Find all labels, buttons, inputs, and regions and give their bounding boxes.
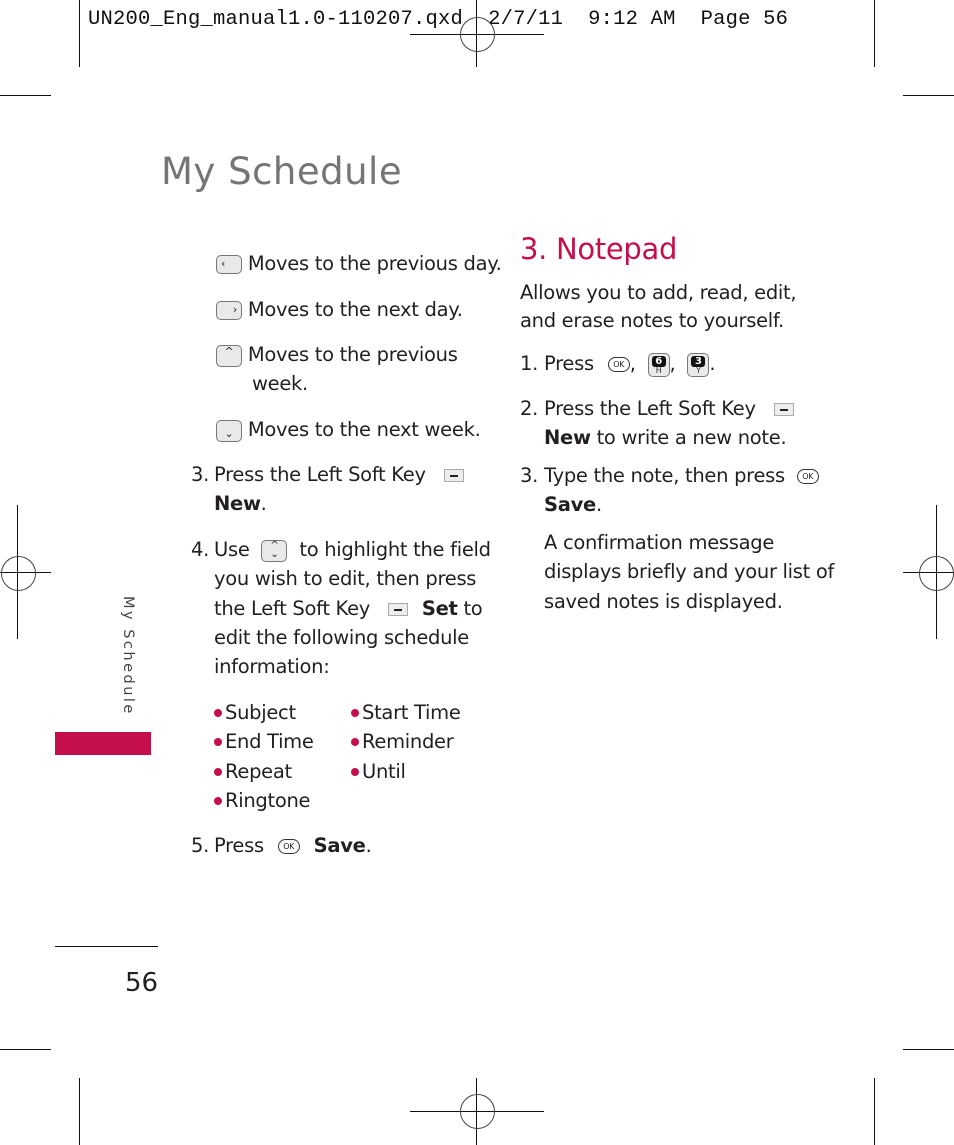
registration-circle-icon bbox=[919, 556, 954, 591]
crop-mark bbox=[0, 95, 51, 96]
key-description: ‹ Moves to the previous day. bbox=[216, 249, 502, 279]
bullet-icon bbox=[214, 708, 222, 717]
step-number: 5. bbox=[191, 834, 210, 857]
key-description-text: Moves to the previous day. bbox=[247, 252, 502, 275]
step-3: Press the Left Soft Key bbox=[214, 460, 464, 490]
list-item: Start Time bbox=[351, 698, 461, 728]
step-number: 1. bbox=[520, 352, 539, 375]
intro-text: and erase notes to yourself. bbox=[520, 309, 784, 332]
ok-key-icon: OK bbox=[277, 839, 300, 854]
crop-mark bbox=[874, 1078, 875, 1145]
confirmation-text: saved notes is displayed. bbox=[544, 590, 783, 613]
registration-circle-icon bbox=[460, 17, 495, 52]
bullet-icon bbox=[214, 796, 222, 805]
step-1: Press OK, 6H, 3Y. bbox=[544, 352, 716, 377]
page-number: 56 bbox=[125, 968, 159, 998]
step-number: 2. bbox=[520, 397, 539, 420]
bullet-icon bbox=[351, 708, 359, 717]
list-item: End Time bbox=[214, 727, 314, 757]
key-description-text: Moves to the next week. bbox=[247, 418, 481, 441]
side-tab-marker bbox=[55, 732, 151, 755]
left-arrow-key-icon: ‹ bbox=[216, 255, 242, 274]
step-3: Type the note, then press OK bbox=[544, 461, 819, 491]
step-4: Use ^ ⌄ to highlight the field bbox=[214, 538, 491, 562]
intro-text: Allows you to add, read, edit, bbox=[520, 281, 797, 304]
step-2-continued: New to write a new note. bbox=[544, 426, 787, 449]
bullet-icon bbox=[214, 737, 222, 746]
bullet-icon bbox=[351, 767, 359, 776]
print-slug: UN200_Eng_manual1.0-110207.qxd 2/7/11 9:… bbox=[88, 8, 789, 31]
side-tab-label: My Schedule bbox=[120, 596, 136, 716]
key-description-continued: week. bbox=[252, 372, 308, 395]
list-item: Until bbox=[351, 757, 406, 787]
bullet-icon bbox=[351, 737, 359, 746]
crop-mark bbox=[903, 95, 954, 96]
up-down-nav-key-icon: ^ ⌄ bbox=[261, 539, 288, 562]
key-description-text: Moves to the previous bbox=[247, 343, 458, 366]
step-number: 3. bbox=[191, 463, 210, 486]
key-3-icon: 3Y bbox=[687, 352, 710, 377]
footer-rule bbox=[55, 946, 158, 947]
confirmation-text: A confirmation message bbox=[544, 531, 775, 554]
key-description: › Moves to the next day. bbox=[216, 295, 463, 325]
left-soft-key-icon bbox=[387, 603, 408, 616]
left-soft-key-icon bbox=[773, 403, 794, 416]
down-arrow-key-icon: ⌄ bbox=[216, 419, 242, 442]
key-description-text: Moves to the next day. bbox=[247, 298, 463, 321]
left-soft-key-icon bbox=[443, 469, 464, 482]
list-item: Repeat bbox=[214, 757, 292, 787]
crop-mark bbox=[0, 1049, 51, 1050]
confirmation-text: displays briefly and your list of bbox=[544, 560, 835, 583]
section-heading: 3. Notepad bbox=[520, 232, 678, 266]
crop-mark bbox=[903, 1049, 954, 1050]
step-4-line: edit the following schedule bbox=[214, 626, 469, 649]
step-4-line: the Left Soft Key Set to bbox=[214, 597, 483, 620]
step-number: 4. bbox=[191, 538, 210, 561]
step-3-continued: New. bbox=[214, 492, 267, 515]
registration-circle-icon bbox=[460, 1094, 495, 1129]
crop-mark bbox=[874, 0, 875, 67]
key-description: ^ Moves to the previous bbox=[216, 340, 458, 370]
step-4-line: information: bbox=[214, 655, 330, 678]
crop-mark bbox=[79, 1078, 80, 1145]
ok-key-icon: OK bbox=[607, 357, 630, 372]
up-arrow-key-icon: ^ bbox=[216, 344, 242, 367]
key-description: ⌄ Moves to the next week. bbox=[216, 415, 481, 445]
registration-circle-icon bbox=[1, 556, 36, 591]
right-arrow-key-icon: › bbox=[216, 301, 242, 320]
crop-mark bbox=[79, 0, 80, 67]
bullet-icon bbox=[214, 767, 222, 776]
list-item: Subject bbox=[214, 698, 296, 728]
key-6-icon: 6H bbox=[647, 352, 670, 377]
ok-key-icon: OK bbox=[796, 469, 819, 484]
step-4-line: you wish to edit, then press bbox=[214, 567, 477, 590]
step-number: 3. bbox=[520, 464, 539, 487]
list-item: Ringtone bbox=[214, 786, 311, 816]
step-3-continued: Save. bbox=[544, 493, 602, 516]
list-item: Reminder bbox=[351, 727, 454, 757]
page-title: My Schedule bbox=[161, 150, 403, 193]
step-2: Press the Left Soft Key bbox=[544, 394, 794, 424]
step-5: Press OK Save. bbox=[214, 834, 372, 857]
